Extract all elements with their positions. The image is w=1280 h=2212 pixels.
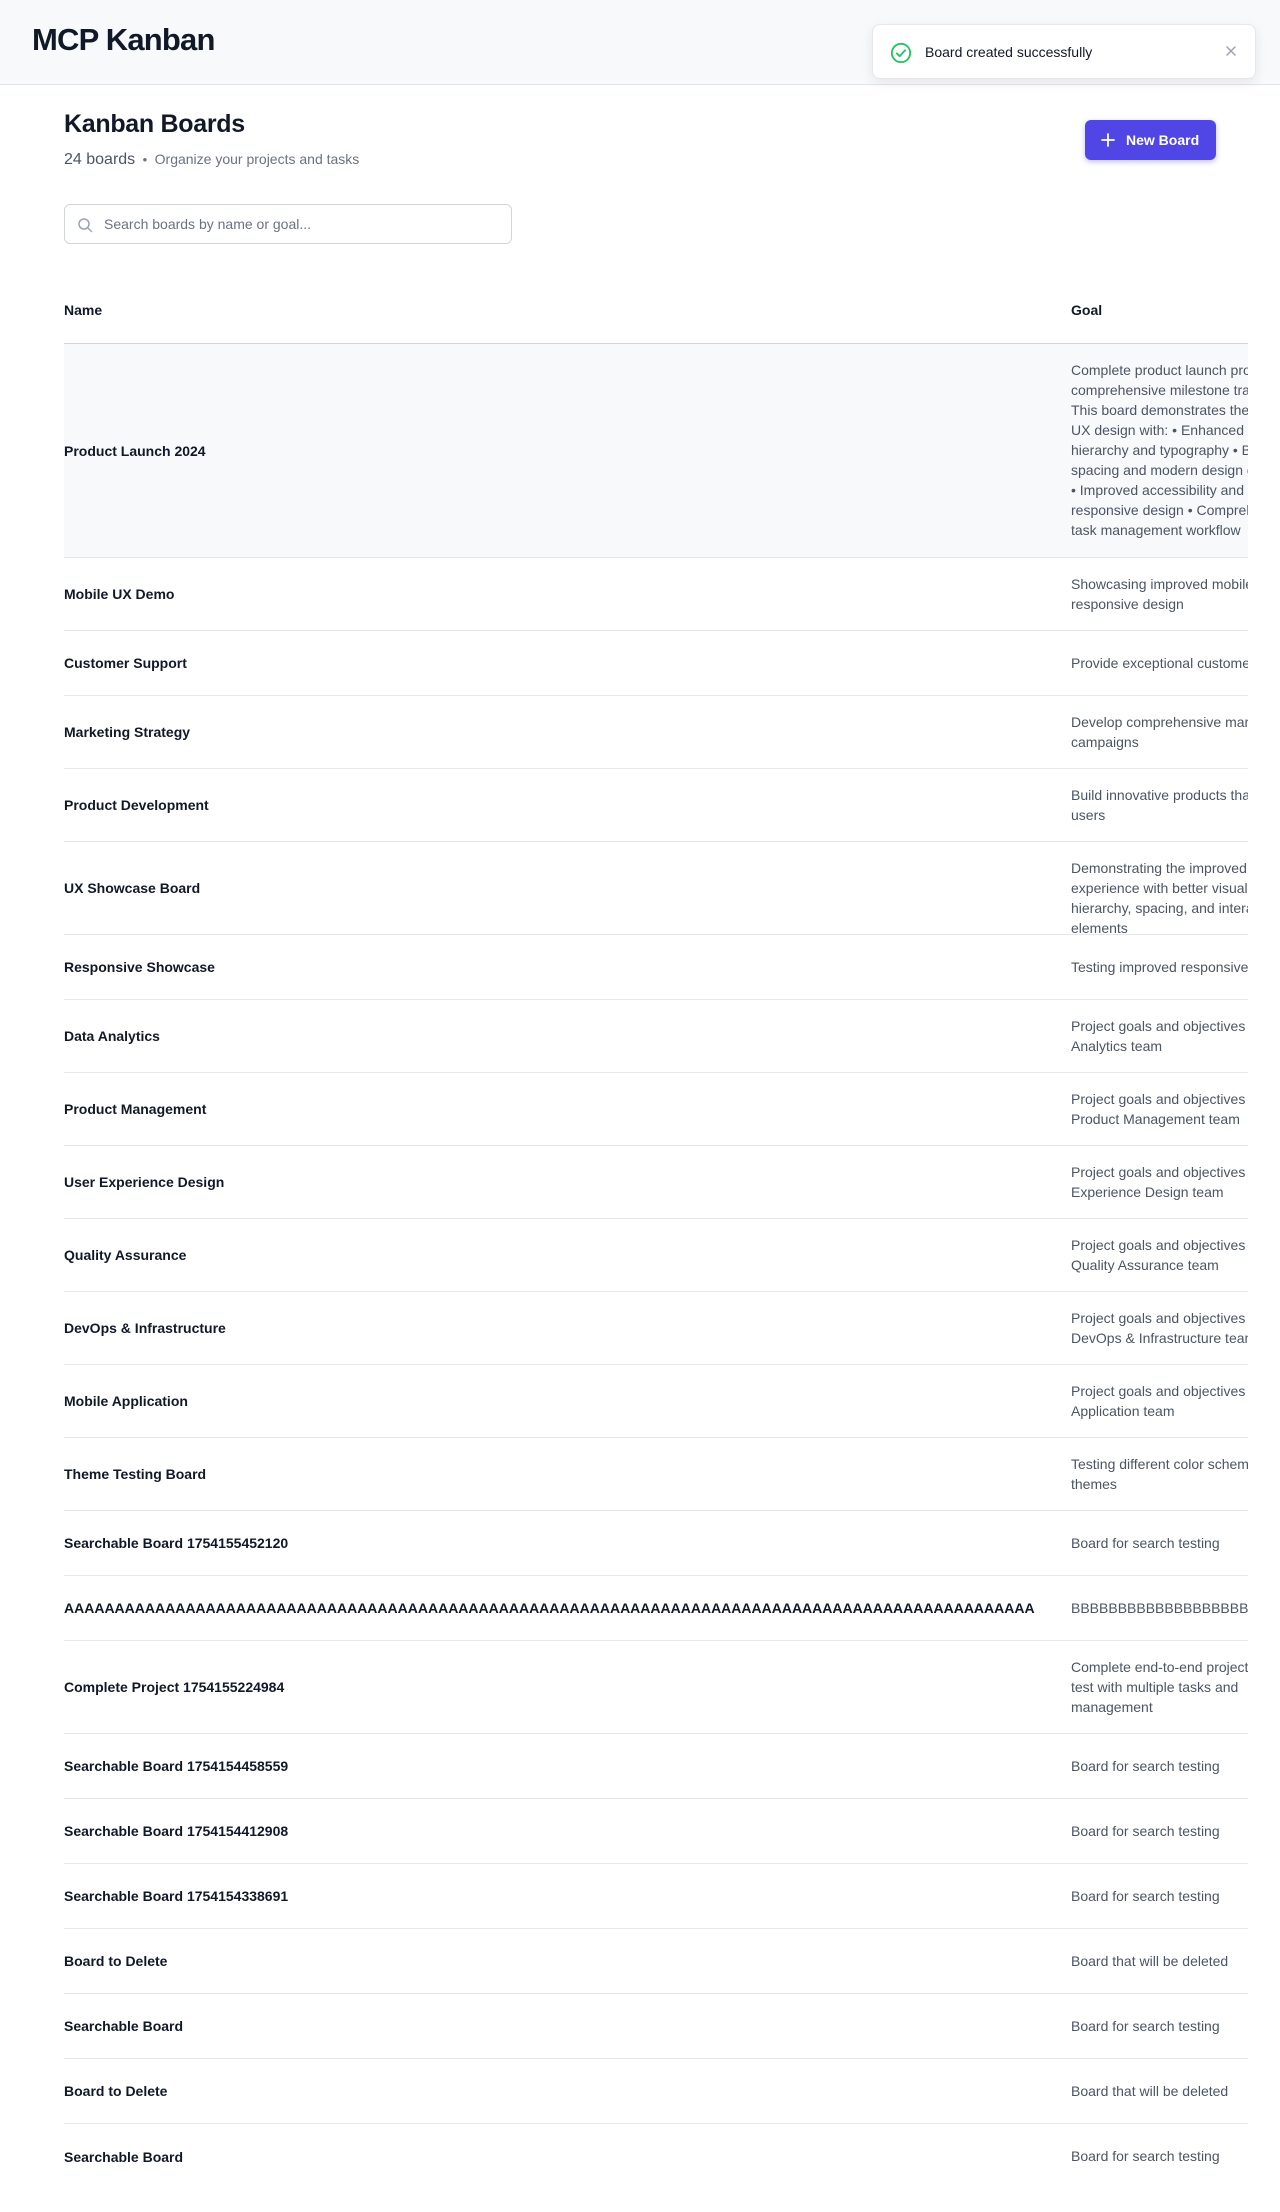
table-row[interactable]: Board to Delete Board that will be delet… bbox=[64, 1929, 1248, 1994]
board-goal: Board for search testing bbox=[1071, 2018, 1220, 2034]
column-header-name[interactable]: Name bbox=[64, 302, 102, 318]
table-row[interactable]: Responsive Showcase Testing improved res… bbox=[64, 935, 1248, 1000]
board-count: 24 boards bbox=[64, 151, 136, 168]
board-goal: Project goals and objectives for DevOps … bbox=[1071, 1310, 1248, 1346]
app-title: MCP Kanban bbox=[32, 22, 215, 57]
new-board-label: New Board bbox=[1126, 132, 1200, 148]
board-goal: Board for search testing bbox=[1071, 1535, 1220, 1551]
toast-message: Board created successfully bbox=[925, 44, 1093, 60]
table-row[interactable]: Searchable Board Board for search testin… bbox=[64, 2124, 1248, 2189]
board-name: Customer Support bbox=[64, 655, 187, 671]
board-goal: Provide exceptional customer support bbox=[1071, 655, 1248, 671]
table-row[interactable]: AAAAAAAAAAAAAAAAAAAAAAAAAAAAAAAAAAAAAAAA… bbox=[64, 1576, 1248, 1641]
board-goal: Project goals and objectives for Quality… bbox=[1071, 1237, 1248, 1273]
board-name: Product Development bbox=[64, 797, 209, 813]
board-name: Complete Project 1754155224984 bbox=[64, 1679, 285, 1695]
board-goal: Complete product launch process with com… bbox=[1071, 362, 1248, 538]
boards-table: Name Goal Product Launch 2024 Complete p… bbox=[64, 280, 1248, 2189]
table-row[interactable]: Searchable Board 1754154458559 Board for… bbox=[64, 1734, 1248, 1799]
table-row[interactable]: Board to Delete Board that will be delet… bbox=[64, 2059, 1248, 2124]
search-input[interactable] bbox=[104, 205, 504, 243]
column-header-goal[interactable]: Goal bbox=[1071, 302, 1102, 318]
board-goal: Board that will be deleted bbox=[1071, 1953, 1229, 1969]
table-row[interactable]: DevOps & Infrastructure Project goals an… bbox=[64, 1292, 1248, 1365]
table-header: Name Goal bbox=[64, 280, 1248, 344]
check-circle-icon bbox=[890, 42, 912, 64]
board-goal: Project goals and objectives for Data An… bbox=[1071, 1018, 1248, 1054]
new-board-button[interactable]: New Board bbox=[1085, 120, 1216, 160]
board-name: Quality Assurance bbox=[64, 1247, 187, 1263]
table-row[interactable]: Customer Support Provide exceptional cus… bbox=[64, 631, 1248, 696]
board-goal: Testing improved responsive design bbox=[1071, 959, 1248, 975]
subtitle-separator: • bbox=[142, 152, 148, 167]
table-row[interactable]: Quality Assurance Project goals and obje… bbox=[64, 1219, 1248, 1292]
board-name: Searchable Board bbox=[64, 2148, 184, 2165]
board-name: User Experience Design bbox=[64, 1174, 225, 1190]
table-row[interactable]: UX Showcase Board Demonstrating the impr… bbox=[64, 842, 1248, 936]
table-row[interactable]: User Experience Design Project goals and… bbox=[64, 1146, 1248, 1219]
board-name: Mobile Application bbox=[64, 1393, 188, 1409]
page-subtitle: 24 boards • Organize your projects and t… bbox=[64, 151, 359, 169]
board-name: Searchable Board 1754154412908 bbox=[64, 1823, 289, 1839]
page-title: Kanban Boards bbox=[64, 110, 245, 138]
board-name: Data Analytics bbox=[64, 1028, 160, 1044]
table-row[interactable]: Mobile UX Demo Showcasing improved mobil… bbox=[64, 558, 1248, 631]
board-goal: Project goals and objectives for User Ex… bbox=[1071, 1164, 1248, 1200]
table-row[interactable]: Marketing Strategy Develop comprehensive… bbox=[64, 696, 1248, 769]
toast-notification: Board created successfully bbox=[872, 24, 1256, 79]
table-row[interactable]: Product Development Build innovative pro… bbox=[64, 769, 1248, 842]
board-name: Product Management bbox=[64, 1101, 207, 1117]
board-name: Searchable Board bbox=[64, 2018, 184, 2034]
board-name: Marketing Strategy bbox=[64, 724, 191, 740]
board-name: Responsive Showcase bbox=[64, 959, 215, 975]
table-row[interactable]: Mobile Application Project goals and obj… bbox=[64, 1365, 1248, 1438]
board-name: Mobile UX Demo bbox=[64, 586, 175, 602]
board-goal: Showcasing improved mobile UX and respon… bbox=[1071, 576, 1248, 612]
board-goal: Board that will be deleted bbox=[1071, 2083, 1229, 2099]
table-row[interactable]: Theme Testing Board Testing different co… bbox=[64, 1438, 1248, 1511]
plus-icon bbox=[1101, 133, 1115, 147]
board-name: Searchable Board 1754154458559 bbox=[64, 1758, 289, 1774]
board-name: UX Showcase Board bbox=[64, 880, 201, 896]
board-goal: Board for search testing bbox=[1071, 1823, 1220, 1839]
board-name: Searchable Board 1754155452120 bbox=[64, 1535, 289, 1551]
board-goal: Develop comprehensive marketing campaign… bbox=[1071, 714, 1248, 750]
table-row[interactable]: Searchable Board 1754155452120 Board for… bbox=[64, 1511, 1248, 1576]
board-goal: Project goals and objectives for Product… bbox=[1071, 1091, 1248, 1127]
board-name: AAAAAAAAAAAAAAAAAAAAAAAAAAAAAAAAAAAAAAAA… bbox=[64, 1600, 1035, 1616]
board-name: Product Launch 2024 bbox=[64, 442, 206, 459]
board-goal: BBBBBBBBBBBBBBBBBBBBBBBBBBBBBBBBBBBBBBBB bbox=[1071, 1600, 1248, 1616]
table-row[interactable]: Data Analytics Project goals and objecti… bbox=[64, 1000, 1248, 1073]
board-goal: Project goals and objectives for Mobile … bbox=[1071, 1383, 1248, 1419]
board-goal: Build innovative products that delight u… bbox=[1071, 787, 1248, 823]
table-row[interactable]: Searchable Board 1754154412908 Board for… bbox=[64, 1799, 1248, 1864]
board-name: Board to Delete bbox=[64, 2083, 168, 2099]
table-row[interactable]: Product Management Project goals and obj… bbox=[64, 1073, 1248, 1146]
board-goal: Demonstrating the improved user experien… bbox=[1071, 860, 1248, 936]
table-row[interactable]: Complete Project 1754155224984 Complete … bbox=[64, 1641, 1248, 1734]
board-goal: Complete end-to-end project workflow tes… bbox=[1071, 1659, 1248, 1715]
table-row[interactable]: Searchable Board 1754154338691 Board for… bbox=[64, 1864, 1248, 1929]
board-name: Theme Testing Board bbox=[64, 1466, 207, 1482]
board-name: Board to Delete bbox=[64, 1953, 168, 1969]
board-name: DevOps & Infrastructure bbox=[64, 1320, 226, 1336]
board-goal: Board for search testing bbox=[1071, 1888, 1220, 1904]
subtitle-text: Organize your projects and tasks bbox=[154, 151, 360, 167]
board-goal: Board for search testing bbox=[1071, 1758, 1220, 1774]
board-name: Searchable Board 1754154338691 bbox=[64, 1888, 289, 1904]
table-row[interactable]: Searchable Board Board for search testin… bbox=[64, 1994, 1248, 2059]
board-goal: Board for search testing bbox=[1071, 2148, 1220, 2164]
search-box bbox=[64, 204, 512, 244]
board-goal: Testing different color schemes and them… bbox=[1071, 1456, 1248, 1492]
close-icon[interactable] bbox=[1221, 41, 1241, 61]
search-icon bbox=[78, 218, 93, 233]
table-row[interactable]: Product Launch 2024 Complete product lau… bbox=[64, 344, 1248, 558]
